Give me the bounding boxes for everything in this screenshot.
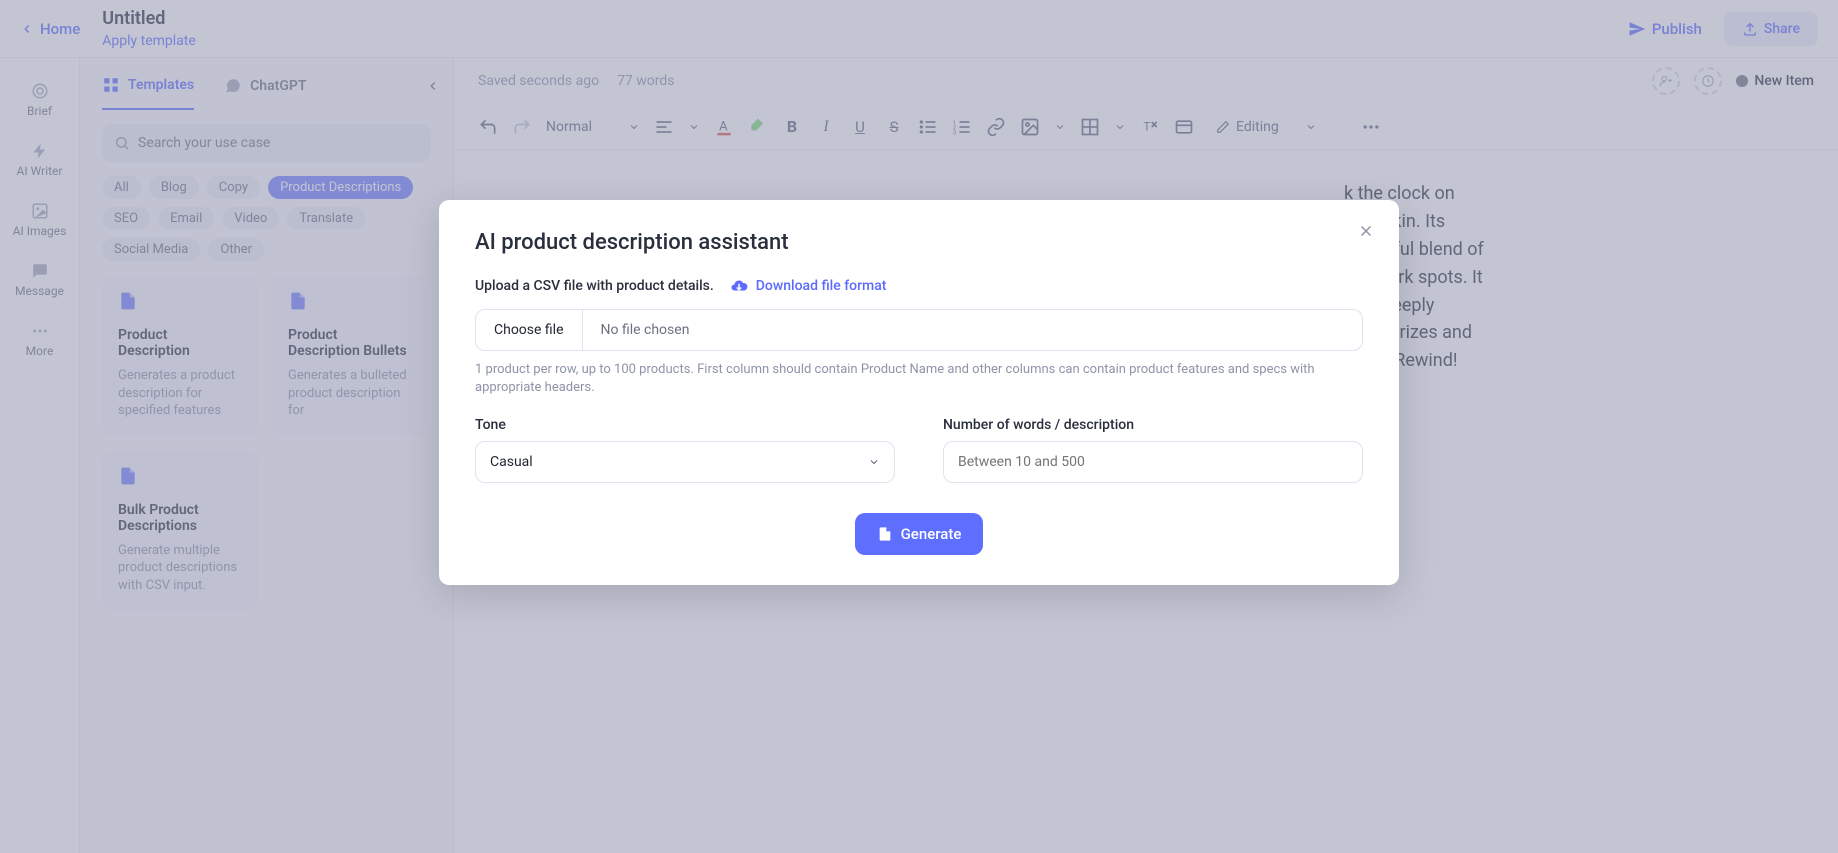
download-link-label: Download file format <box>756 278 887 294</box>
file-status: No file chosen <box>583 310 708 350</box>
cloud-download-icon <box>730 277 748 295</box>
modal-overlay[interactable]: AI product description assistant Upload … <box>0 0 1838 853</box>
tone-value: Casual <box>490 454 533 470</box>
product-description-modal: AI product description assistant Upload … <box>439 200 1399 585</box>
modal-close-button[interactable] <box>1357 222 1375 244</box>
close-icon <box>1357 222 1375 240</box>
tone-label: Tone <box>475 417 895 433</box>
tone-select[interactable]: Casual <box>475 441 895 483</box>
file-icon <box>877 526 893 542</box>
generate-button[interactable]: Generate <box>855 513 984 555</box>
chevron-down-icon <box>868 456 880 468</box>
words-input[interactable] <box>943 441 1363 483</box>
words-label: Number of words / description <box>943 417 1363 433</box>
choose-file-button[interactable]: Choose file <box>476 310 583 350</box>
download-format-link[interactable]: Download file format <box>730 277 887 295</box>
upload-label: Upload a CSV file with product details. <box>475 278 714 294</box>
file-hint: 1 product per row, up to 100 products. F… <box>475 361 1363 397</box>
generate-label: Generate <box>901 525 962 543</box>
modal-title: AI product description assistant <box>475 230 1363 255</box>
file-input-row: Choose file No file chosen <box>475 309 1363 351</box>
